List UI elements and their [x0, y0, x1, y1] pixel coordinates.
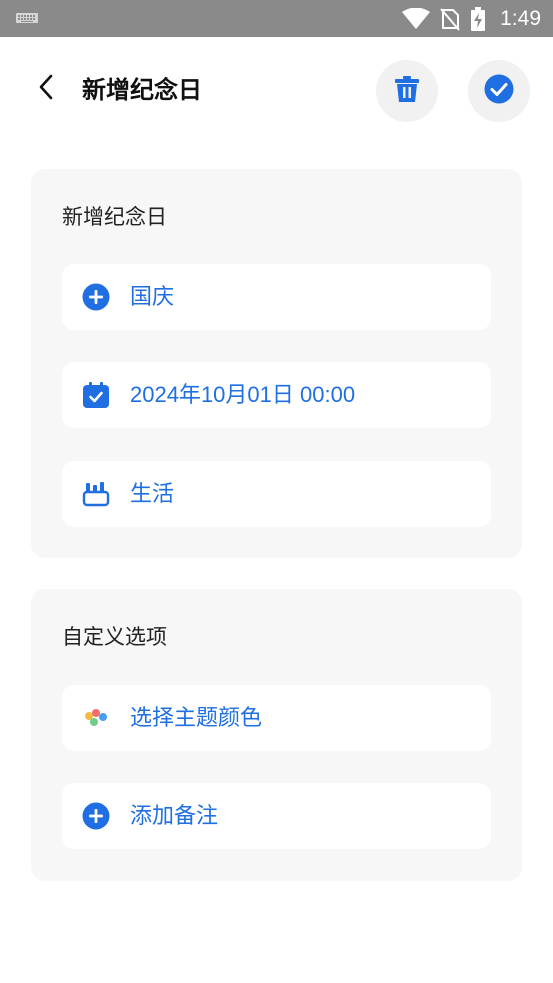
- theme-color-option[interactable]: 选择主题颜色: [62, 685, 491, 751]
- basic-info-card: 新增纪念日 国庆 2024年10月01日 00:00 生活: [31, 169, 522, 558]
- trash-icon: [394, 75, 420, 107]
- check-circle-icon: [484, 74, 514, 108]
- plus-circle-icon: [81, 801, 111, 831]
- page-title: 新增纪念日: [82, 76, 202, 104]
- keyboard-icon: [16, 13, 38, 23]
- date-value: 2024年10月01日 00:00: [130, 382, 356, 407]
- category-field[interactable]: 生活: [62, 461, 491, 527]
- status-time: 1:49: [500, 6, 541, 30]
- add-note-label: 添加备注: [130, 803, 219, 828]
- chevron-left-icon: [37, 73, 55, 105]
- back-button[interactable]: [30, 73, 62, 105]
- delete-button[interactable]: [376, 60, 438, 122]
- confirm-button[interactable]: [468, 60, 530, 122]
- top-app-bar: 新增纪念日: [0, 37, 553, 143]
- date-field[interactable]: 2024年10月01日 00:00: [62, 362, 491, 428]
- name-field[interactable]: 国庆: [62, 264, 491, 330]
- card-title: 自定义选项: [62, 625, 167, 649]
- battery-charging-icon: [470, 6, 486, 31]
- add-note-option[interactable]: 添加备注: [62, 783, 491, 849]
- calendar-check-icon: [81, 380, 111, 410]
- category-value: 生活: [130, 481, 175, 506]
- palette-icon: [81, 703, 111, 733]
- category-life-icon: [81, 479, 111, 509]
- no-sim-icon: [440, 7, 460, 31]
- name-value: 国庆: [130, 284, 175, 309]
- plus-circle-icon: [81, 282, 111, 312]
- custom-options-card: 自定义选项 选择主题颜色 添加备注: [31, 589, 522, 881]
- card-title: 新增纪念日: [62, 205, 167, 229]
- status-bar: 1:49: [0, 0, 553, 37]
- wifi-icon: [402, 7, 431, 30]
- theme-color-label: 选择主题颜色: [130, 705, 263, 730]
